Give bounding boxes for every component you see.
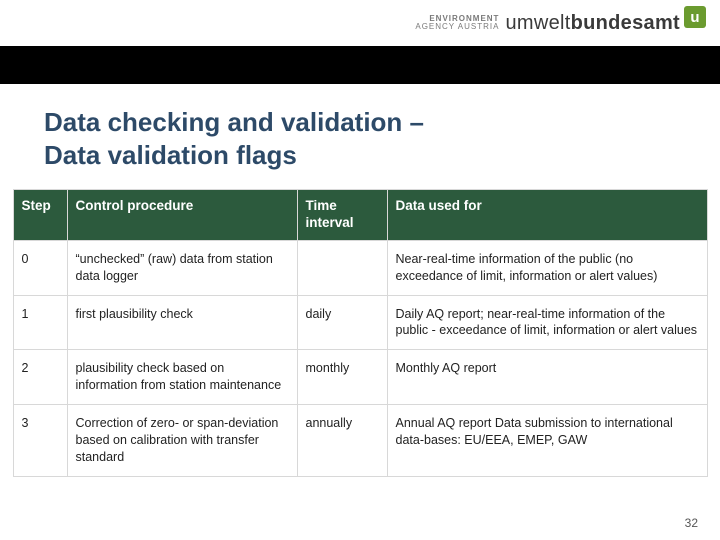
top-bar: ENVIRONMENT AGENCY AUSTRIA umweltbundesa… (0, 0, 720, 46)
title-block: Data checking and validation – Data vali… (0, 84, 720, 189)
slide: ENVIRONMENT AGENCY AUSTRIA umweltbundesa… (0, 0, 720, 540)
table-row: 2 plausibility check based on informatio… (13, 350, 707, 405)
col-header-time-l2: interval (306, 215, 354, 230)
cell-time (297, 240, 387, 295)
cell-usedfor: Daily AQ report; near-real-time informat… (387, 295, 707, 350)
col-header-time: Time interval (297, 190, 387, 241)
cell-step: 1 (13, 295, 67, 350)
table-header-row: Step Control procedure Time interval Dat… (13, 190, 707, 241)
cell-procedure: first plausibility check (67, 295, 297, 350)
cell-procedure: plausibility check based on information … (67, 350, 297, 405)
cell-usedfor: Monthly AQ report (387, 350, 707, 405)
title-line2: Data validation flags (44, 140, 297, 170)
brand-sub-line2: AGENCY AUSTRIA (415, 23, 499, 31)
brand-wordmark: umweltbundesamt (505, 12, 680, 35)
validation-flags-table: Step Control procedure Time interval Dat… (13, 189, 708, 477)
table-row: 1 first plausibility check daily Daily A… (13, 295, 707, 350)
cell-usedfor: Annual AQ report Data submission to inte… (387, 405, 707, 477)
cell-usedfor: Near-real-time information of the public… (387, 240, 707, 295)
table-row: 3 Correction of zero- or span-deviation … (13, 405, 707, 477)
brand-subtitle: ENVIRONMENT AGENCY AUSTRIA (415, 15, 499, 31)
col-header-usedfor: Data used for (387, 190, 707, 241)
page-number: 32 (685, 516, 698, 530)
cell-step: 3 (13, 405, 67, 477)
col-header-time-l1: Time (306, 198, 337, 213)
cell-time: daily (297, 295, 387, 350)
cell-step: 2 (13, 350, 67, 405)
slide-title: Data checking and validation – Data vali… (44, 106, 676, 171)
cell-procedure: Correction of zero- or span-deviation ba… (67, 405, 297, 477)
col-header-step: Step (13, 190, 67, 241)
cell-procedure: “unchecked” (raw) data from station data… (67, 240, 297, 295)
brand-badge-icon: u (684, 6, 706, 28)
cell-step: 0 (13, 240, 67, 295)
col-header-procedure: Control procedure (67, 190, 297, 241)
header-black-band (0, 46, 720, 84)
brand-logo: ENVIRONMENT AGENCY AUSTRIA umweltbundesa… (415, 8, 706, 38)
title-line1: Data checking and validation – (44, 107, 424, 137)
cell-time: annually (297, 405, 387, 477)
brand-word-part1: umwelt (505, 12, 570, 34)
cell-time: monthly (297, 350, 387, 405)
brand-word-part2: bundesamt (571, 12, 680, 34)
table-row: 0 “unchecked” (raw) data from station da… (13, 240, 707, 295)
